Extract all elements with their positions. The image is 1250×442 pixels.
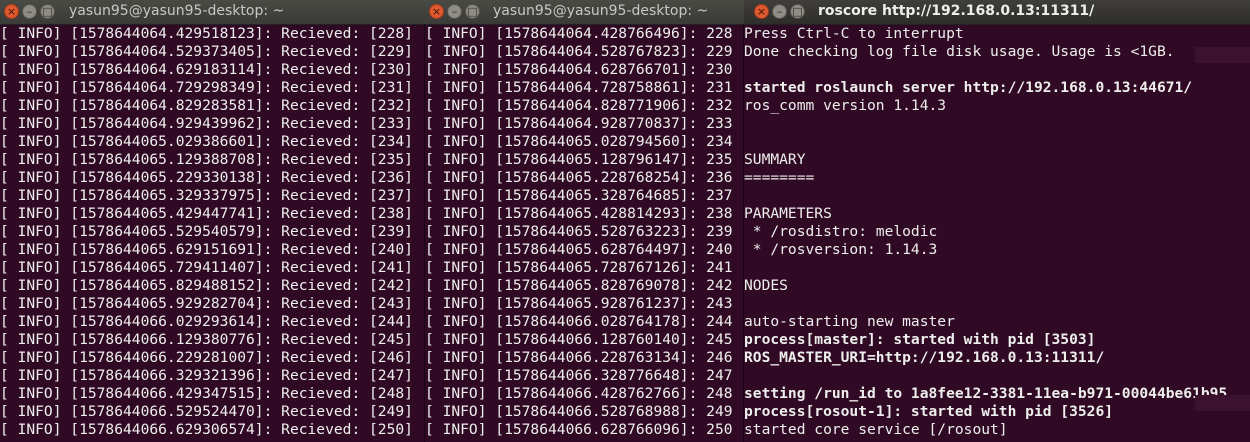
close-button[interactable]: ×: [429, 4, 444, 19]
terminal-line: [ INFO] [1578644065.428814293]: 238: [425, 205, 733, 222]
terminal-line: [ INFO] [1578644064.728758861]: 231: [425, 79, 733, 96]
terminal-line: [ INFO] [1578644066.529524470]: Recieved…: [0, 403, 413, 420]
terminal-output[interactable]: Press Ctrl-C to interrupt Done checking l…: [744, 24, 1250, 442]
terminal-line: [ INFO] [1578644066.429347515]: Recieved…: [0, 385, 413, 402]
terminal-line: [ INFO] [1578644066.629306574]: Recieved…: [0, 421, 413, 438]
terminal-line: * /rosdistro: melodic: [744, 223, 938, 240]
terminal-line: [ INFO] [1578644066.628766096]: 250: [425, 421, 733, 438]
terminal-line: [ INFO] [1578644064.829283581]: Recieved…: [0, 97, 413, 114]
terminal-line: started core service [/rosout]: [744, 421, 1008, 438]
window-title: yasun95@yasun95-desktop: ~: [69, 3, 285, 19]
terminal-line: Press Ctrl-C to interrupt: [744, 25, 964, 42]
terminal-line: [ INFO] [1578644065.829488152]: Recieved…: [0, 277, 413, 294]
close-button[interactable]: ×: [4, 4, 19, 19]
terminal-line: [ INFO] [1578644065.529540579]: Recieved…: [0, 223, 413, 240]
terminal-line: [ INFO] [1578644065.929282704]: Recieved…: [0, 295, 413, 312]
minimize-button[interactable]: –: [22, 4, 37, 19]
terminal-line: [ INFO] [1578644065.029386601]: Recieved…: [0, 133, 413, 150]
terminal-line: [ INFO] [1578644065.728767126]: 241: [425, 259, 733, 276]
terminal-line: [ INFO] [1578644064.428766496]: 228: [425, 25, 733, 42]
terminal-line: [ INFO] [1578644066.128760140]: 245: [425, 331, 733, 348]
terminal-line: [ INFO] [1578644065.629151691]: Recieved…: [0, 241, 413, 258]
terminal-line: [ INFO] [1578644064.529373405]: Recieved…: [0, 43, 413, 60]
maximize-button[interactable]: □: [40, 4, 55, 19]
terminal-line: [ INFO] [1578644064.729298349]: Recieved…: [0, 79, 413, 96]
terminal-line: [ INFO] [1578644065.228768254]: 236: [425, 169, 733, 186]
terminal-line: auto-starting new master: [744, 313, 955, 330]
terminal-line: NODES: [744, 277, 788, 294]
terminal-line: [ INFO] [1578644065.828769078]: 242: [425, 277, 733, 294]
terminal-line: [ INFO] [1578644066.028764178]: 244: [425, 313, 733, 330]
terminal-line: Done checking log file disk usage. Usage…: [744, 43, 1175, 60]
terminal-line: process[rosout-1]: started with pid [352…: [744, 403, 1114, 420]
maximize-button[interactable]: □: [465, 4, 480, 19]
close-button[interactable]: ×: [754, 4, 769, 19]
minimize-button[interactable]: –: [772, 4, 787, 19]
background-window-edge: [1195, 395, 1250, 411]
terminal-line: [ INFO] [1578644065.028794560]: 234: [425, 133, 733, 150]
terminal-line: [ INFO] [1578644064.628766701]: 230: [425, 61, 733, 78]
terminal-output[interactable]: [ INFO] [1578644064.428766496]: 228[ INF…: [425, 24, 744, 442]
terminal-line: ROS_MASTER_URI=http://192.168.0.13:11311…: [744, 349, 1105, 366]
terminal-line: * /rosversion: 1.14.3: [744, 241, 938, 258]
terminal-line: [ INFO] [1578644065.329337975]: Recieved…: [0, 187, 413, 204]
terminal-output[interactable]: [ INFO] [1578644064.429518123]: Recieved…: [0, 24, 425, 442]
background-window-edge: [1195, 47, 1250, 63]
window-title: yasun95@yasun95-desktop: ~: [493, 3, 709, 19]
window-title: roscore http://192.168.0.13:11311/: [818, 3, 1095, 19]
terminal-line: [ INFO] [1578644065.928761237]: 243: [425, 295, 733, 312]
terminal-line: started roslaunch server http://192.168.…: [744, 79, 1193, 96]
titlebar[interactable]: × – □ yasun95@yasun95-desktop: ~: [425, 0, 744, 25]
terminal-line: SUMMARY: [744, 151, 806, 168]
terminal-line: [ INFO] [1578644064.528767823]: 229: [425, 43, 733, 60]
terminal-line: [ INFO] [1578644065.129388708]: Recieved…: [0, 151, 413, 168]
titlebar[interactable]: × – □ roscore http://192.168.0.13:11311/: [744, 0, 1250, 25]
terminal-line: [ INFO] [1578644065.328764685]: 237: [425, 187, 733, 204]
terminal-line: [ INFO] [1578644066.229281007]: Recieved…: [0, 349, 413, 366]
terminal-line: [ INFO] [1578644066.328776648]: 247: [425, 367, 733, 384]
terminal-line: [ INFO] [1578644064.929439962]: Recieved…: [0, 115, 413, 132]
terminal-line: [ INFO] [1578644066.528768988]: 249: [425, 403, 733, 420]
terminal-line: [ INFO] [1578644066.029293614]: Recieved…: [0, 313, 413, 330]
terminal-line: setting /run_id to 1a8fee12-3381-11ea-b9…: [744, 385, 1228, 402]
terminal-line: ========: [744, 169, 815, 186]
terminal-line: [ INFO] [1578644066.228763134]: 246: [425, 349, 733, 366]
terminal-line: [ INFO] [1578644066.329321396]: Recieved…: [0, 367, 413, 384]
titlebar[interactable]: × – □ yasun95@yasun95-desktop: ~: [0, 0, 425, 25]
terminal-window-roscore[interactable]: × – □ roscore http://192.168.0.13:11311/…: [744, 0, 1250, 442]
terminal-line: [ INFO] [1578644064.629183114]: Recieved…: [0, 61, 413, 78]
terminal-line: [ INFO] [1578644064.928770837]: 233: [425, 115, 733, 132]
terminal-line: ros_comm version 1.14.3: [744, 97, 947, 114]
terminal-line: [ INFO] [1578644064.429518123]: Recieved…: [0, 25, 413, 42]
terminal-line: [ INFO] [1578644065.528763223]: 239: [425, 223, 733, 240]
terminal-line: [ INFO] [1578644064.828771906]: 232: [425, 97, 733, 114]
terminal-line: PARAMETERS: [744, 205, 832, 222]
terminal-line: process[master]: started with pid [3503]: [744, 331, 1096, 348]
minimize-button[interactable]: –: [447, 4, 462, 19]
terminal-line: [ INFO] [1578644065.128796147]: 235: [425, 151, 733, 168]
terminal-line: [ INFO] [1578644065.729411407]: Recieved…: [0, 259, 413, 276]
terminal-window-talker[interactable]: × – □ yasun95@yasun95-desktop: ~ [ INFO]…: [425, 0, 744, 442]
terminal-line: [ INFO] [1578644065.628764497]: 240: [425, 241, 733, 258]
terminal-line: [ INFO] [1578644065.429447741]: Recieved…: [0, 205, 413, 222]
maximize-button[interactable]: □: [790, 4, 805, 19]
terminal-window-listener[interactable]: × – □ yasun95@yasun95-desktop: ~ [ INFO]…: [0, 0, 425, 442]
terminal-line: [ INFO] [1578644066.428762766]: 248: [425, 385, 733, 402]
terminal-line: [ INFO] [1578644066.129380776]: Recieved…: [0, 331, 413, 348]
terminal-line: [ INFO] [1578644065.229330138]: Recieved…: [0, 169, 413, 186]
